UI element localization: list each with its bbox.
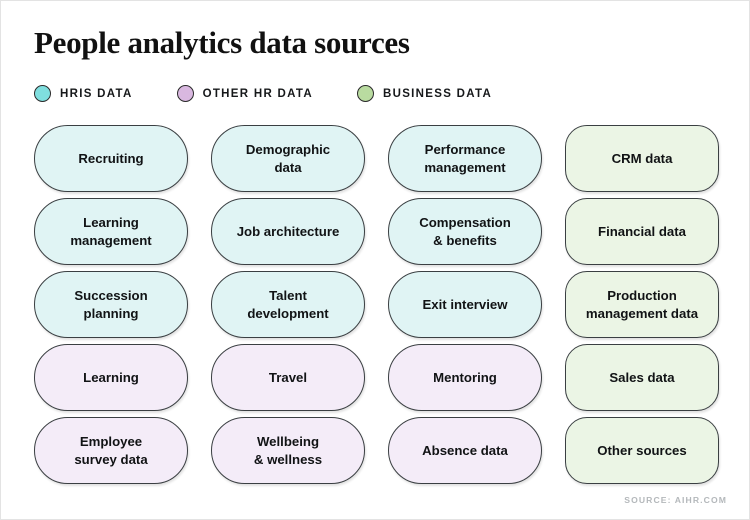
data-source-label: Sales data: [609, 369, 675, 385]
data-source-label: Wellbeing & wellness: [253, 434, 323, 467]
source-attribution: SOURCE: AIHR.COM: [624, 495, 727, 505]
legend-item-business[interactable]: BUSINESS DATA: [357, 85, 492, 102]
data-source-pill[interactable]: Absence data: [388, 417, 542, 484]
data-source-pill[interactable]: Travel: [211, 344, 365, 411]
page-title: People analytics data sources: [34, 25, 410, 60]
data-source-pill[interactable]: Learning: [34, 344, 188, 411]
data-source-label: Employee survey data: [74, 434, 148, 467]
legend-item-label: OTHER HR DATA: [202, 87, 313, 100]
data-source-pill[interactable]: Learning management: [34, 198, 188, 265]
data-source-label: Recruiting: [78, 150, 144, 166]
data-source-pill[interactable]: Financial data: [565, 198, 719, 265]
data-source-pill[interactable]: Other sources: [565, 417, 719, 484]
data-source-pill[interactable]: Compensation & benefits: [388, 198, 542, 265]
data-source-label: Succession planning: [74, 288, 148, 321]
data-source-pill[interactable]: Mentoring: [388, 344, 542, 411]
data-source-pill[interactable]: Demographic data: [211, 125, 365, 192]
data-source-pill[interactable]: Talent development: [211, 271, 365, 338]
data-source-label: Demographic data: [245, 142, 331, 175]
data-source-label: Financial data: [598, 223, 686, 239]
legend-item-label: BUSINESS DATA: [383, 87, 493, 100]
data-source-pill[interactable]: Performance management: [388, 125, 542, 192]
legend-dot-otherhr-icon: [176, 85, 194, 102]
legend-item-otherhr[interactable]: OTHER HR DATA: [176, 85, 313, 102]
data-source-pill[interactable]: Sales data: [565, 344, 719, 411]
data-source-pill[interactable]: Recruiting: [34, 125, 188, 192]
data-source-label: Other sources: [597, 442, 687, 458]
data-source-pill[interactable]: Exit interview: [388, 271, 542, 338]
data-source-label: Learning management: [70, 215, 152, 248]
data-source-label: Exit interview: [422, 296, 508, 312]
data-source-label: Job architecture: [236, 223, 340, 239]
legend-item-hris[interactable]: HRIS DATA: [34, 85, 133, 102]
data-source-label: CRM data: [611, 150, 673, 166]
data-source-label: Talent development: [247, 288, 329, 321]
data-source-label: Travel: [268, 369, 308, 385]
data-source-pill[interactable]: Employee survey data: [34, 417, 188, 484]
legend-dot-hris-icon: [34, 85, 51, 102]
legend-item-label: HRIS DATA: [60, 87, 133, 100]
data-source-label: Mentoring: [433, 369, 497, 385]
data-source-pill[interactable]: CRM data: [565, 125, 719, 192]
data-source-label: Learning: [83, 369, 139, 385]
data-source-label: Absence data: [422, 442, 508, 458]
infographic-canvas: People analytics data sources HRIS DATA O…: [0, 0, 750, 520]
legend: HRIS DATA OTHER HR DATA BUSINESS DATA: [34, 85, 536, 102]
data-source-pill[interactable]: Job architecture: [211, 198, 365, 265]
data-source-pill[interactable]: Production management data: [565, 271, 719, 338]
data-source-pill[interactable]: Wellbeing & wellness: [211, 417, 365, 484]
data-source-label: Performance management: [424, 142, 506, 175]
data-sources-grid: Recruiting Demographic data Performance ma…: [34, 125, 719, 484]
legend-dot-business-icon: [357, 85, 374, 102]
data-source-label: Compensation & benefits: [419, 215, 511, 248]
data-source-label: Production management data: [585, 288, 699, 321]
data-source-pill[interactable]: Succession planning: [34, 271, 188, 338]
